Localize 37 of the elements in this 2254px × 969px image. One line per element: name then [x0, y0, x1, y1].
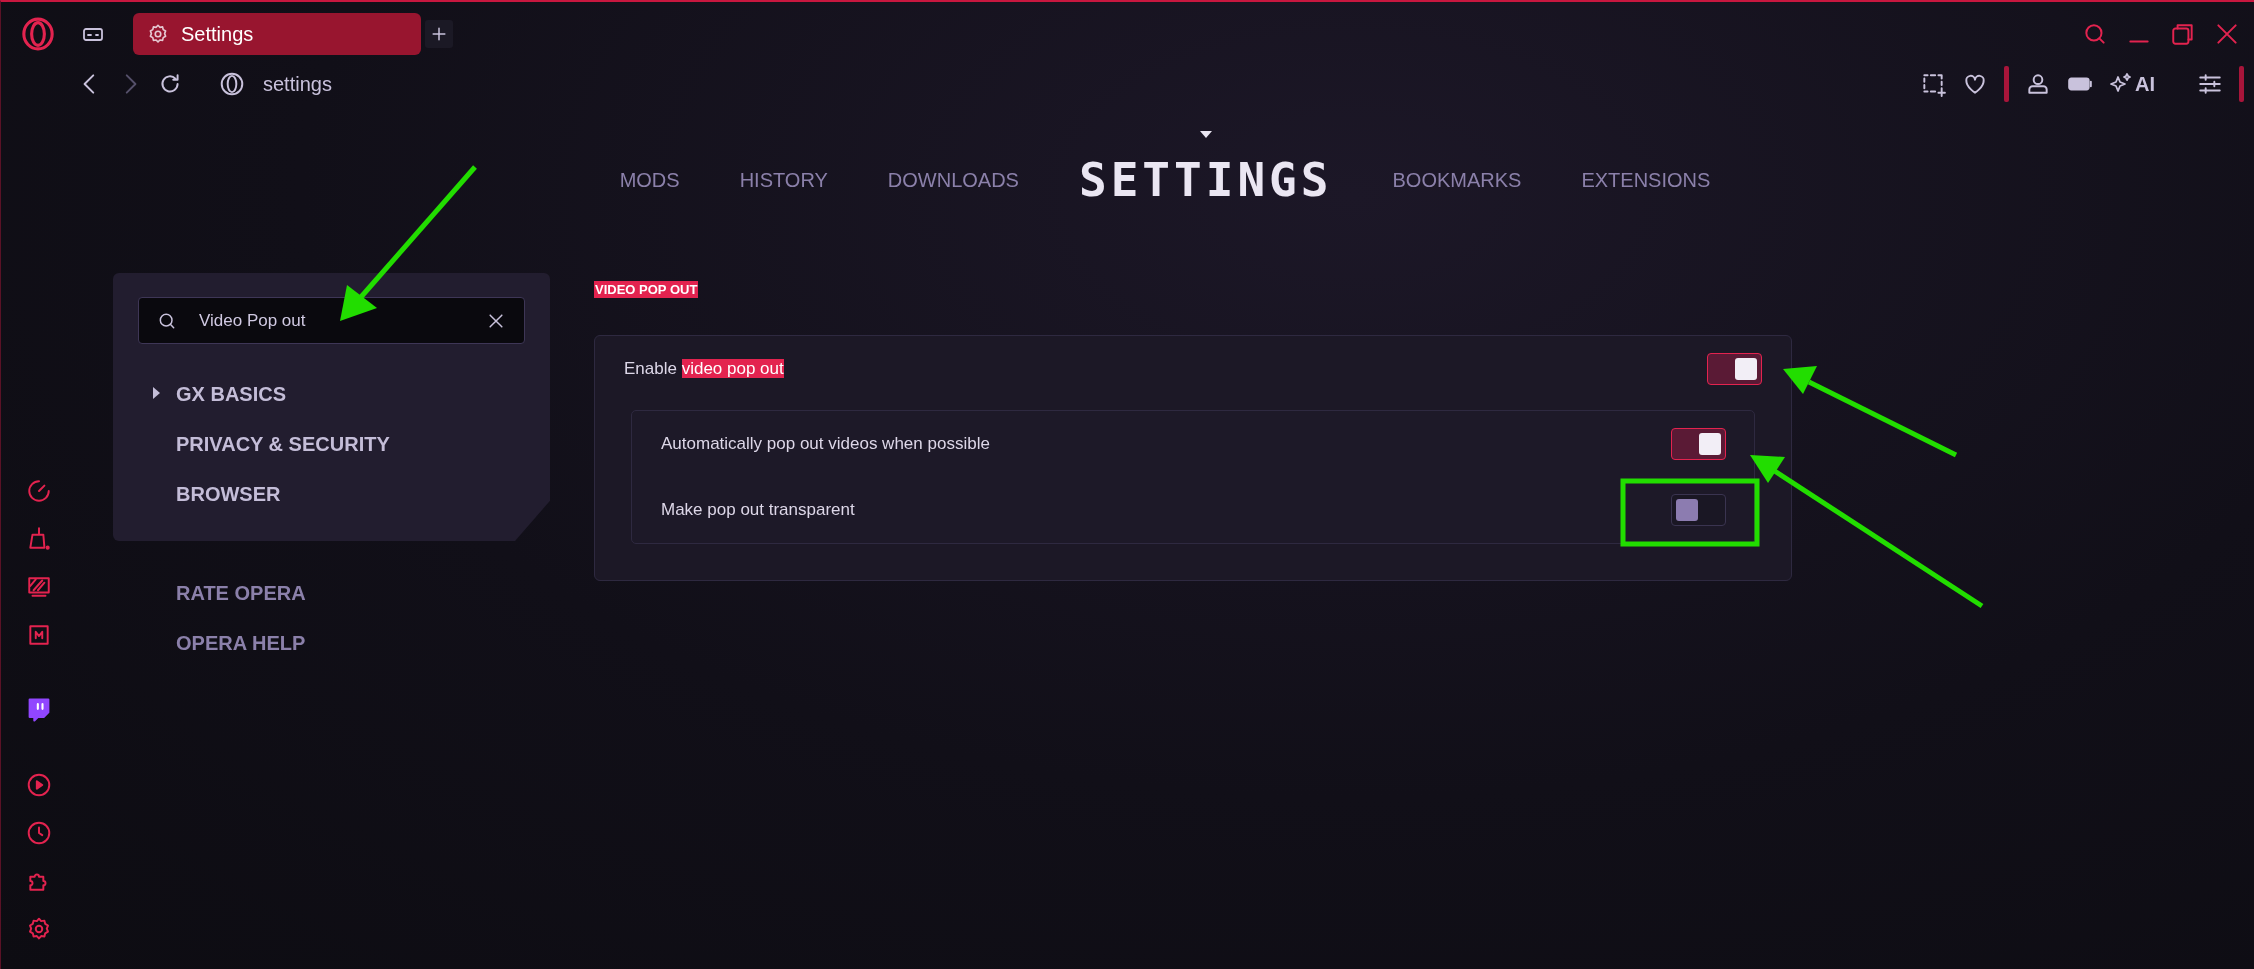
browser-tab[interactable]: Settings [133, 13, 421, 55]
new-tab-button[interactable] [425, 20, 453, 48]
gear-icon [147, 23, 169, 45]
ai-button[interactable]: AI [2109, 72, 2155, 96]
toggle-switch[interactable] [1671, 494, 1726, 526]
nav-tab[interactable]: BOOKMARKS [1392, 168, 1522, 192]
sidebar-link[interactable]: OPERA HELP [176, 631, 306, 655]
sliders-icon[interactable] [2197, 71, 2223, 97]
caret-icon [153, 387, 160, 399]
section-title: VIDEO POP OUT [594, 281, 699, 298]
clock-icon[interactable] [25, 820, 52, 846]
restore-icon[interactable] [2170, 21, 2196, 47]
snapshot-icon[interactable] [1920, 71, 1946, 97]
setting-label: Make pop out transparent [661, 500, 855, 520]
user-icon[interactable] [2025, 71, 2051, 97]
nav-tab[interactable]: DOWNLOADS [887, 168, 1019, 192]
speedometer-icon[interactable] [25, 478, 52, 504]
sidebar-item[interactable]: PRIVACY & SECURITY [176, 432, 390, 456]
opera-logo-icon[interactable] [21, 17, 55, 51]
play-icon[interactable] [25, 772, 52, 798]
sidebar-item[interactable]: GX BASICS [176, 382, 287, 406]
toggle-switch[interactable] [1671, 428, 1726, 460]
nav-tab[interactable]: SETTINGS [1078, 153, 1333, 207]
setting-label: Enable video pop out [624, 359, 784, 379]
opera-icon[interactable] [219, 71, 245, 97]
nav-tab[interactable]: EXTENSIONS [1581, 168, 1711, 192]
search-icon[interactable] [2082, 21, 2108, 47]
address-text[interactable]: settings [263, 72, 332, 96]
setting-label: Automatically pop out videos when possible [661, 434, 990, 454]
striped-screen-icon[interactable] [25, 574, 52, 600]
sidebar-item[interactable]: BROWSER [176, 482, 281, 506]
caret-icon [1199, 131, 1212, 138]
toggle-switch[interactable] [1707, 353, 1762, 385]
nav-tab[interactable]: MODS [619, 168, 680, 192]
nav-tab[interactable]: HISTORY [739, 168, 828, 192]
search-field[interactable]: Video Pop out [138, 297, 525, 344]
sidebar-link[interactable]: RATE OPERA [176, 581, 306, 605]
